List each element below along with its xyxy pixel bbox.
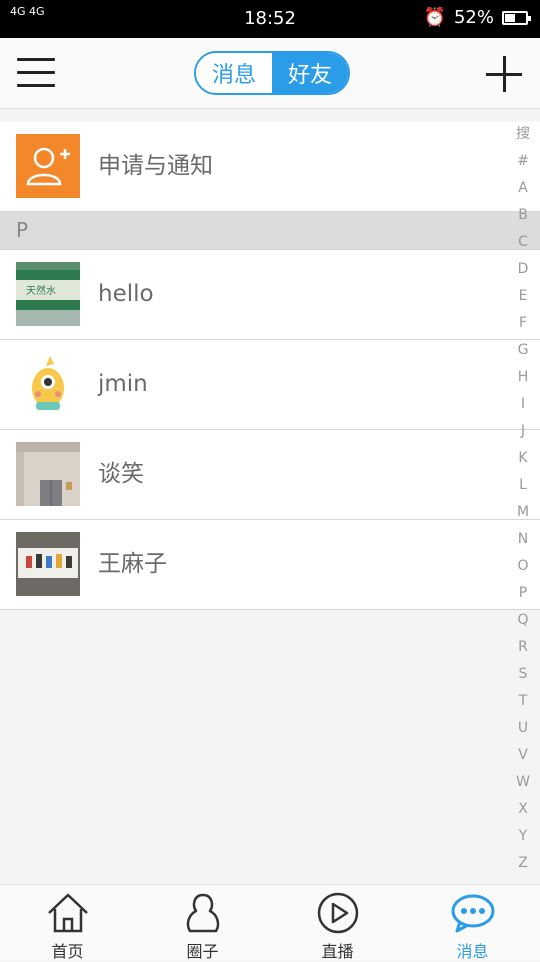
home-icon [47,893,88,933]
alpha-index-item[interactable]: M [506,499,540,526]
tab-messages-bottom[interactable]: 消息 [405,885,540,961]
alpha-index-item[interactable]: L [506,472,540,499]
alpha-index-item[interactable]: D [506,256,540,283]
avatar [16,532,80,596]
alpha-index-item[interactable]: P [506,580,540,607]
play-icon [317,892,358,934]
contact-name: 谈笑 [98,461,144,487]
notifications-row[interactable]: 申请与通知 [0,122,540,212]
alpha-index-item[interactable]: Q [506,607,540,634]
contact-row[interactable]: 王麻子 [0,520,540,610]
svg-text:天然水: 天然水 [26,284,56,297]
contact-name: 王麻子 [98,551,167,577]
contact-name: hello [98,281,154,307]
segment-control: 消息 好友 [194,51,350,95]
tab-circle-label: 圈子 [186,942,219,961]
tab-messages-label: 消息 [456,942,489,961]
alpha-index-item[interactable]: G [506,337,540,364]
tab-bar: 首页 圈子 直播 消息 [0,884,540,961]
nav-bar: 消息 好友 [0,38,540,109]
contact-row[interactable]: 谈笑 [0,430,540,520]
tab-circle[interactable]: 圈子 [135,885,270,961]
friend-list: 申请与通知 P 天然水 hello jmin 谈笑 王麻子 [0,122,540,610]
add-icon[interactable] [486,56,522,92]
alpha-index-item[interactable]: X [506,796,540,823]
alpha-index-item[interactable]: # [506,148,540,175]
alpha-index-item[interactable]: S [506,661,540,688]
tab-messages[interactable]: 消息 [196,53,272,93]
avatar [16,442,80,506]
alpha-index-item[interactable]: 搜 [506,121,540,148]
menu-icon[interactable] [17,58,55,88]
alpha-index-item[interactable]: V [506,742,540,769]
alpha-index-item[interactable]: Z [506,850,540,877]
alpha-index-item[interactable]: Y [506,823,540,850]
alpha-index-item[interactable]: H [506,364,540,391]
alarm-icon: ⏰ [423,7,446,28]
alpha-index-item[interactable]: B [506,202,540,229]
tab-home-label: 首页 [51,942,84,961]
contact-row[interactable]: 天然水 hello [0,250,540,340]
alpha-index-item[interactable]: F [506,310,540,337]
section-header: P [0,212,540,250]
alpha-index-item[interactable]: R [506,634,540,661]
alpha-index-item[interactable]: I [506,391,540,418]
alphabet-index[interactable]: 搜 # A B C D E F G H I J K L M N O P Q R S T U V W X Y Z [506,121,540,877]
notifications-label: 申请与通知 [98,153,213,179]
tab-home[interactable]: 首页 [0,885,135,961]
status-right: ⏰ 52% [423,7,531,28]
alpha-index-item[interactable]: A [506,175,540,202]
alpha-index-item[interactable]: T [506,688,540,715]
message-icon [451,894,494,933]
circle-icon [186,893,219,933]
tab-friends[interactable]: 好友 [272,53,348,93]
tab-live-label: 直播 [321,942,354,961]
battery-icon [502,10,531,25]
alpha-index-item[interactable]: E [506,283,540,310]
avatar: 天然水 [16,262,80,326]
contact-name: jmin [98,371,148,397]
alpha-index-item[interactable]: O [506,553,540,580]
alpha-index-item[interactable]: U [506,715,540,742]
add-user-icon [16,134,80,198]
battery-percent: 52% [453,7,494,28]
avatar [16,352,80,416]
tab-live[interactable]: 直播 [270,885,405,961]
alpha-index-item[interactable]: W [506,769,540,796]
alpha-index-item[interactable]: N [506,526,540,553]
status-bar: 4G 4G 18:52 ⏰ 52% [0,0,540,38]
alpha-index-item[interactable]: C [506,229,540,256]
alpha-index-item[interactable]: J [506,418,540,445]
contact-row[interactable]: jmin [0,340,540,430]
alpha-index-item[interactable]: K [506,445,540,472]
